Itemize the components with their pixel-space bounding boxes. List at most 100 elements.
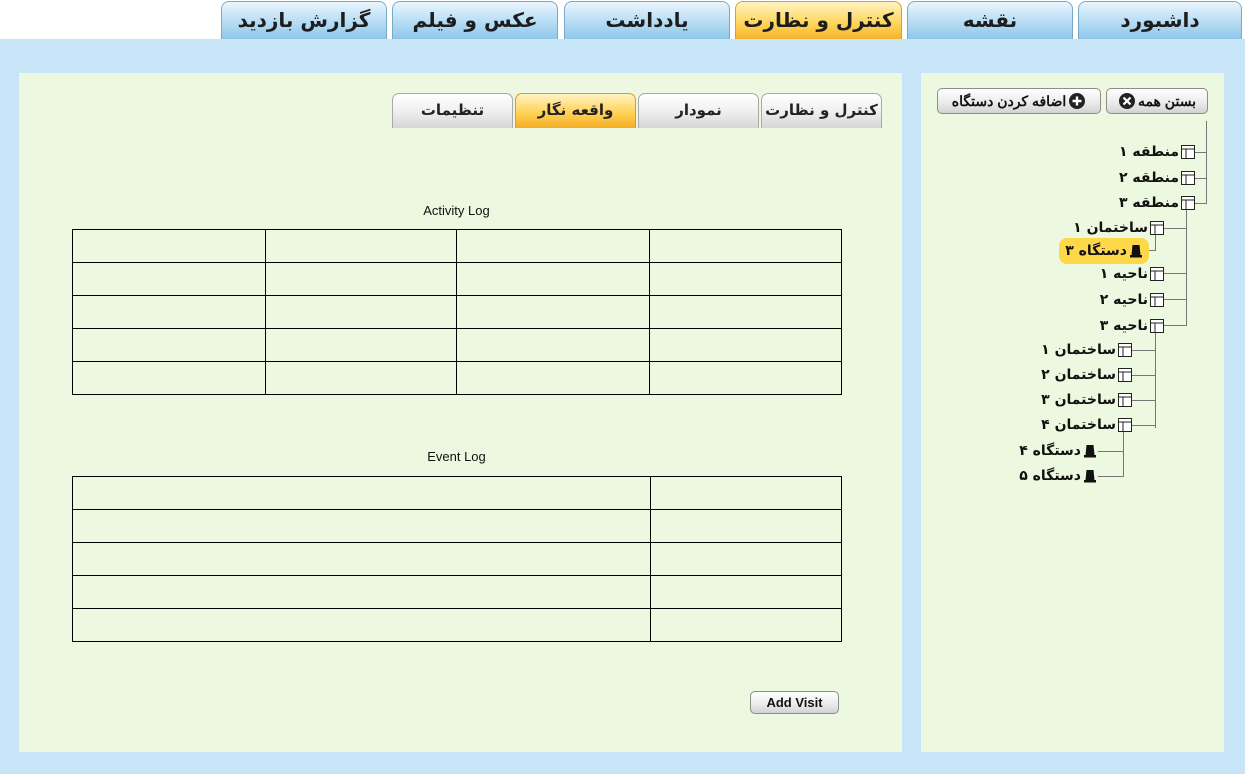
subtab-label: کنترل و نظارت bbox=[765, 101, 878, 119]
content-panel bbox=[19, 73, 902, 752]
table-cell bbox=[72, 608, 651, 642]
tree-connector bbox=[1163, 228, 1187, 229]
tree-item-label: ساختمان ۳ bbox=[1041, 392, 1116, 408]
table-cell bbox=[650, 575, 842, 609]
tree-item-building-3[interactable]: ساختمان ۳ bbox=[1041, 389, 1132, 411]
tab-map[interactable]: نقشه bbox=[907, 1, 1073, 39]
tree-connector bbox=[1163, 325, 1187, 326]
tab-dashboard[interactable]: داشبورد bbox=[1078, 1, 1242, 39]
tree-item-label: ناحیه ۱ bbox=[1099, 266, 1148, 282]
table-row bbox=[72, 295, 842, 329]
tab-control-monitoring[interactable]: کنترل و نظارت bbox=[735, 1, 902, 39]
tree-connector bbox=[1193, 178, 1207, 179]
folder-icon bbox=[1150, 319, 1164, 333]
tree-connector bbox=[1132, 425, 1156, 426]
table-cell bbox=[649, 229, 842, 263]
folder-icon bbox=[1181, 171, 1195, 185]
table-cell bbox=[456, 229, 650, 263]
table-cell bbox=[649, 262, 842, 296]
tree-item-label: دستگاه ۴ bbox=[1019, 443, 1081, 459]
tree-item-building-1b[interactable]: ساختمان ۱ bbox=[1041, 339, 1132, 361]
tree-item-region-3[interactable]: منطقه ۳ bbox=[1119, 192, 1195, 214]
tree-item-region-1[interactable]: منطقه ۱ bbox=[1119, 141, 1195, 163]
subtab-settings[interactable]: تنظیمات bbox=[392, 93, 513, 128]
tree-item-label: ساختمان ۱ bbox=[1073, 220, 1148, 236]
device-icon bbox=[1130, 245, 1142, 258]
tree-item-zone-2[interactable]: ناحیه ۲ bbox=[1100, 289, 1164, 311]
subtab-control[interactable]: کنترل و نظارت bbox=[761, 93, 882, 128]
table-row bbox=[72, 328, 842, 362]
folder-icon bbox=[1181, 196, 1195, 210]
add-visit-button[interactable]: Add Visit bbox=[750, 691, 839, 714]
tab-visit-report[interactable]: گزارش بازدید bbox=[221, 1, 387, 39]
device-icon bbox=[1084, 470, 1096, 483]
tab-label: داشبورد bbox=[1120, 8, 1200, 32]
table-cell bbox=[650, 608, 842, 642]
table-row bbox=[72, 509, 842, 543]
tree-item-label: منطقه ۲ bbox=[1118, 170, 1179, 186]
table-cell bbox=[650, 509, 842, 543]
event-log-table bbox=[72, 476, 842, 642]
event-log-title: Event Log bbox=[427, 449, 486, 464]
table-cell bbox=[72, 295, 266, 329]
table-cell bbox=[456, 328, 650, 362]
close-all-label: بستن همه bbox=[1137, 93, 1197, 109]
tree-item-label: منطقه ۱ bbox=[1118, 144, 1179, 160]
folder-icon bbox=[1118, 343, 1132, 357]
tree-item-label: منطقه ۳ bbox=[1118, 195, 1179, 211]
tab-label: یادداشت bbox=[605, 8, 689, 32]
table-cell bbox=[72, 328, 266, 362]
tab-label: کنترل و نظارت bbox=[743, 8, 894, 32]
table-cell bbox=[456, 295, 650, 329]
tree-item-building-1[interactable]: ساختمان ۱ bbox=[1073, 217, 1164, 239]
tree-item-building-2[interactable]: ساختمان ۲ bbox=[1041, 364, 1132, 386]
tree-item-device-5[interactable]: دستگاه ۵ bbox=[1019, 465, 1097, 487]
table-cell bbox=[456, 262, 650, 296]
tree-connector bbox=[1132, 350, 1156, 351]
tab-photos-videos[interactable]: عکس و فیلم bbox=[392, 1, 558, 39]
subtab-label: نمودار bbox=[675, 101, 722, 119]
table-cell bbox=[265, 229, 457, 263]
table-cell bbox=[649, 361, 842, 395]
tree-item-label: ناحیه ۲ bbox=[1099, 292, 1148, 308]
tree-connector bbox=[1132, 400, 1156, 401]
tab-label: نقشه bbox=[962, 8, 1018, 32]
tree-item-device-3[interactable]: دستگاه ۳ bbox=[1059, 238, 1149, 264]
activity-log-table bbox=[72, 229, 842, 395]
tree-connector bbox=[1193, 152, 1207, 153]
folder-icon bbox=[1118, 418, 1132, 432]
subtab-chart[interactable]: نمودار bbox=[638, 93, 759, 128]
table-cell bbox=[72, 509, 651, 543]
tab-notes[interactable]: یادداشت bbox=[564, 1, 730, 39]
folder-icon bbox=[1118, 368, 1132, 382]
subtab-label: واقعه نگار bbox=[537, 101, 614, 119]
tree-item-label: ساختمان ۲ bbox=[1041, 367, 1116, 383]
tree-connector bbox=[1132, 375, 1156, 376]
add-device-button[interactable]: اضافه کردن دستگاه bbox=[937, 88, 1101, 114]
folder-icon bbox=[1181, 145, 1195, 159]
table-cell bbox=[650, 542, 842, 576]
subtab-label: تنظیمات bbox=[420, 101, 485, 119]
close-all-button[interactable]: بستن همه bbox=[1106, 88, 1208, 114]
table-row bbox=[72, 476, 842, 510]
close-icon bbox=[1118, 93, 1135, 109]
tree-item-building-4[interactable]: ساختمان ۴ bbox=[1041, 414, 1132, 436]
tree-item-label: دستگاه ۳ bbox=[1065, 243, 1127, 259]
folder-icon bbox=[1150, 267, 1164, 281]
subtab-event-logger[interactable]: واقعه نگار bbox=[515, 93, 636, 128]
tree-connector bbox=[1155, 333, 1156, 428]
table-cell bbox=[265, 361, 457, 395]
tree-item-region-2[interactable]: منطقه ۲ bbox=[1119, 167, 1195, 189]
activity-log-title: Activity Log bbox=[423, 203, 490, 218]
table-row bbox=[72, 575, 842, 609]
tree-item-device-4[interactable]: دستگاه ۴ bbox=[1019, 440, 1097, 462]
table-cell bbox=[72, 229, 266, 263]
tree-connector bbox=[1163, 273, 1187, 274]
tab-label: گزارش بازدید bbox=[237, 8, 371, 32]
tree-item-zone-3[interactable]: ناحیه ۳ bbox=[1100, 315, 1164, 337]
tree-item-zone-1[interactable]: ناحیه ۱ bbox=[1100, 263, 1164, 285]
tree-connector bbox=[1193, 203, 1207, 204]
tree-connector bbox=[1163, 299, 1187, 300]
table-cell bbox=[72, 361, 266, 395]
tree-connector bbox=[1123, 432, 1124, 476]
